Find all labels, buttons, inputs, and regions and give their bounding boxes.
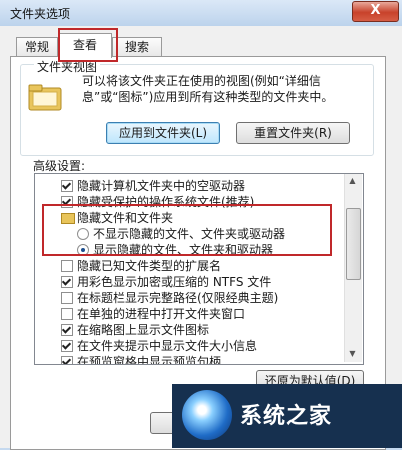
list-item[interactable]: 在单独的进程中打开文件夹窗口 bbox=[61, 306, 245, 322]
scroll-thumb[interactable] bbox=[346, 208, 361, 280]
list-item[interactable]: 在预览窗格中显示预览句柄 bbox=[61, 354, 221, 364]
window-title: 文件夹选项 bbox=[10, 7, 71, 21]
close-button[interactable]: X bbox=[352, 1, 399, 22]
advanced-settings-list[interactable]: 隐藏计算机文件夹中的空驱动器 隐藏受保护的操作系统文件(推荐) 隐藏文件和文件夹… bbox=[34, 173, 364, 365]
advanced-settings-label: 高级设置: bbox=[33, 159, 86, 173]
list-item[interactable]: 在文件夹提示中显示文件大小信息 bbox=[61, 338, 257, 354]
checkbox[interactable] bbox=[61, 356, 73, 364]
list-item[interactable]: 在标题栏显示完整路径(仅限经典主题) bbox=[61, 290, 278, 306]
checkbox[interactable] bbox=[61, 292, 73, 304]
list-item[interactable]: 在缩略图上显示文件图标 bbox=[61, 322, 209, 338]
checkbox[interactable] bbox=[61, 308, 73, 320]
folder-icon bbox=[28, 84, 62, 111]
scroll-up-icon[interactable]: ▲ bbox=[346, 176, 359, 188]
highlight-view-tab bbox=[58, 28, 118, 62]
checkbox[interactable] bbox=[61, 260, 73, 272]
list-item[interactable]: 隐藏已知文件类型的扩展名 bbox=[61, 258, 221, 274]
list-item[interactable]: 用彩色显示加密或压缩的 NTFS 文件 bbox=[61, 274, 271, 290]
apply-to-folders-button[interactable]: 应用到文件夹(L) bbox=[106, 122, 220, 144]
tab-general[interactable]: 常规 bbox=[16, 37, 58, 56]
folder-views-description: 可以将该文件夹正在使用的视图(例如“详细信息”或“图标”)应用到所有这种类型的文… bbox=[82, 74, 334, 104]
logo-globe-icon bbox=[182, 390, 232, 440]
highlight-hidden-files bbox=[42, 204, 332, 256]
checkbox[interactable] bbox=[61, 180, 73, 192]
reset-folders-button[interactable]: 重置文件夹(R) bbox=[236, 122, 350, 144]
list-item[interactable]: 隐藏计算机文件夹中的空驱动器 bbox=[61, 178, 245, 194]
checkbox[interactable] bbox=[61, 324, 73, 336]
checkbox[interactable] bbox=[61, 276, 73, 288]
watermark-brand: 系统之家 bbox=[240, 404, 333, 429]
scroll-down-icon[interactable]: ▼ bbox=[346, 349, 359, 361]
checkbox[interactable] bbox=[61, 340, 73, 352]
tab-search[interactable]: 搜索 bbox=[112, 37, 162, 56]
